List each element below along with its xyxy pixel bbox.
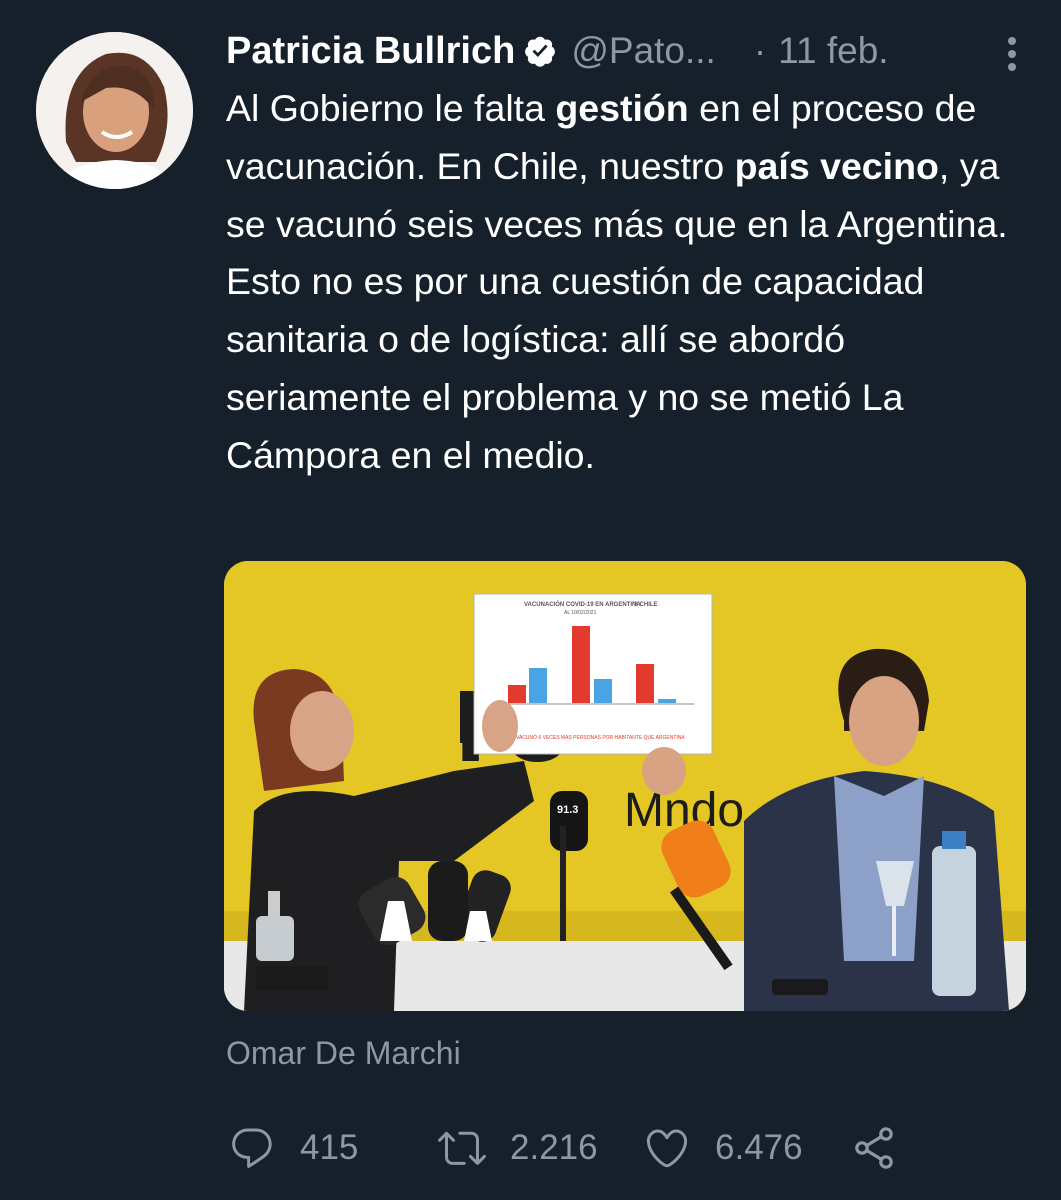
sign-title-suffix: Y CHILE [634,602,658,608]
tweet-photo[interactable]: ro Mndo VACUNACIÓN COVID-19 EN ARGENTINA… [224,561,1026,1011]
more-icon[interactable] [1005,34,1019,74]
reply-button[interactable]: 415 [228,1120,358,1176]
like-button[interactable]: 6.476 [643,1120,803,1176]
sign-title: VACUNACIÓN COVID-19 EN ARGENTINA [524,600,641,608]
tweet-date[interactable]: 11 feb. [778,30,888,72]
tweet-text-part: , ya se vacunó seis veces más que en la … [226,144,1008,476]
avatar[interactable] [36,32,193,189]
tweet-text: Al Gobierno le falta gestión en el proce… [226,80,1036,485]
tweet-header: Patricia Bullrich @Pato... · 11 feb. [226,28,1041,74]
tweet-text-part: Al Gobierno le falta [226,87,556,129]
reply-count: 415 [300,1128,359,1167]
share-button[interactable] [850,1120,898,1176]
photo-tag[interactable]: Omar De Marchi [226,1035,461,1072]
tweet-text-bold: país vecino [734,144,939,187]
avatar-image [36,32,193,189]
like-count: 6.476 [715,1128,803,1167]
retweet-count: 2.216 [510,1128,598,1167]
sign-subtitle: AL 10/02/2021 [564,610,597,616]
like-icon [646,1129,688,1168]
verified-icon [523,34,557,68]
mic-label: 91.3 [557,804,578,816]
reply-icon [232,1128,272,1168]
sign-footer: VACUNÓ 6 VECES MÁS PERSONAS POR HABITANT… [516,734,685,741]
retweet-button[interactable]: 2.216 [438,1120,598,1176]
tweet-text-bold: gestión [555,87,689,129]
author-handle[interactable]: @Pato... [571,30,716,72]
dot-separator: · [753,30,767,71]
tweet-actions: 415 2.216 6.476 [228,1120,1061,1176]
share-icon [855,1127,893,1169]
photo-illustration: ro Mndo VACUNACIÓN COVID-19 EN ARGENTINA… [224,561,1026,1011]
author-name[interactable]: Patricia Bullrich [226,30,515,73]
retweet-icon [438,1131,486,1165]
